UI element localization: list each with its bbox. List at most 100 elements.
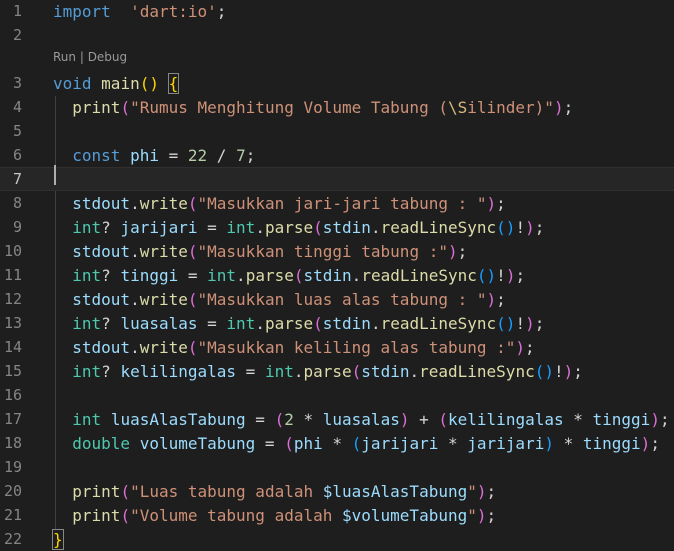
code-token: phi bbox=[293, 433, 323, 453]
code-line[interactable]: 18 double volumeTabung = (phi * (jarijar… bbox=[0, 431, 674, 455]
code-token: "Volume tabung adalah bbox=[130, 505, 342, 525]
code-token: () bbox=[534, 361, 554, 381]
code-token: . bbox=[255, 313, 265, 333]
code-text: stdout.write("Masukkan jari-jari tabung … bbox=[53, 194, 506, 213]
code-token: int bbox=[264, 361, 294, 381]
code-token: print bbox=[72, 481, 121, 501]
code-editor[interactable]: Run | Debug 1 import 'dart:io'; 2 3 void mai… bbox=[0, 0, 674, 551]
code-token: stdin bbox=[322, 313, 371, 333]
code-token: write bbox=[139, 193, 188, 213]
code-line[interactable]: 10 stdout.write("Masukkan tinggi tabung … bbox=[0, 239, 674, 263]
code-token: import bbox=[53, 1, 111, 21]
code-token: \S bbox=[447, 97, 468, 117]
code-token: ( bbox=[120, 481, 131, 501]
code-token: . bbox=[351, 265, 362, 285]
code-text: int? luasalas = int.parse(stdin.readLine… bbox=[53, 314, 544, 333]
code-token: $luasAlasTabung bbox=[322, 481, 468, 501]
code-token: luasalas bbox=[322, 409, 400, 429]
code-token: ( bbox=[187, 193, 198, 213]
code-token: ; bbox=[515, 265, 526, 285]
code-text: int? kelilingalas = int.parse(stdin.read… bbox=[53, 362, 583, 381]
code-token: stdin bbox=[303, 265, 352, 285]
code-token: ilinder)" bbox=[467, 97, 554, 117]
code-line[interactable]: 11 int? tinggi = int.parse(stdin.readLin… bbox=[0, 263, 674, 287]
code-token: { bbox=[167, 72, 180, 94]
line-number: 11 bbox=[3, 266, 22, 284]
code-token: luasalas bbox=[120, 313, 198, 333]
code-line[interactable]: 4 print("Rumus Menghitung Volume Tabung … bbox=[0, 95, 674, 119]
code-token: ( bbox=[187, 289, 198, 309]
code-text: void main() { bbox=[53, 72, 180, 94]
codelens-debug-link[interactable]: Debug bbox=[88, 50, 127, 64]
line-number: 8 bbox=[12, 194, 22, 212]
code-line[interactable]: 22} bbox=[0, 527, 674, 551]
code-token: ) bbox=[476, 505, 487, 525]
code-token: ( bbox=[313, 313, 323, 333]
code-token: . bbox=[130, 241, 140, 261]
code-token: = bbox=[178, 265, 208, 285]
code-line[interactable]: 9 int? jarijari = int.parse(stdin.readLi… bbox=[0, 215, 674, 239]
code-token: ) bbox=[525, 217, 535, 237]
code-token: write bbox=[139, 289, 188, 309]
code-line[interactable]: 7 bbox=[0, 167, 674, 191]
code-line[interactable]: 14 stdout.write("Masukkan keliling alas … bbox=[0, 335, 674, 359]
code-line[interactable]: 20 print("Luas tabung adalah $luasAlasTa… bbox=[0, 479, 674, 503]
code-line[interactable]: 19 bbox=[0, 455, 674, 479]
code-token: . bbox=[370, 217, 381, 237]
code-token: double bbox=[72, 433, 131, 453]
code-token: "Masukkan jari-jari tabung : " bbox=[197, 193, 487, 213]
code-line[interactable]: 12 stdout.write("Masukkan luas alas tabu… bbox=[0, 287, 674, 311]
line-number: 10 bbox=[3, 242, 22, 260]
line-number: 2 bbox=[12, 26, 22, 44]
code-line[interactable]: 3 void main() { bbox=[0, 71, 674, 95]
code-token: phi bbox=[130, 145, 159, 165]
code-line[interactable]: 5 bbox=[0, 119, 674, 143]
code-token: ; bbox=[563, 97, 574, 117]
line-number: 17 bbox=[3, 410, 22, 428]
code-token: } bbox=[52, 528, 64, 550]
code-token: int bbox=[226, 313, 256, 333]
code-line[interactable]: 13 int? luasalas = int.parse(stdin.readL… bbox=[0, 311, 674, 335]
code-token: readLineSync bbox=[380, 313, 497, 333]
code-token: . bbox=[130, 337, 140, 357]
code-line[interactable]: 6 const phi = 22 / 7; bbox=[0, 143, 674, 167]
line-number: 3 bbox=[12, 74, 22, 92]
codelens-run-link[interactable]: Run bbox=[53, 50, 76, 64]
code-token: stdin bbox=[361, 361, 410, 381]
code-line[interactable]: 21 print("Volume tabung adalah $volumeTa… bbox=[0, 503, 674, 527]
code-token: kelilingalas bbox=[448, 409, 564, 429]
code-token: . bbox=[130, 289, 140, 309]
code-line[interactable]: 17 int luasAlasTabung = (2 * luasalas) +… bbox=[0, 407, 674, 431]
code-line[interactable]: 15 int? kelilingalas = int.parse(stdin.r… bbox=[0, 359, 674, 383]
code-line[interactable]: 2 bbox=[0, 23, 674, 47]
code-line[interactable]: 16 bbox=[0, 383, 674, 407]
code-token: () bbox=[139, 73, 159, 93]
code-token: "Masukkan tinggi tabung :" bbox=[197, 241, 448, 261]
code-line[interactable]: 1 import 'dart:io'; bbox=[0, 0, 674, 23]
code-line[interactable]: 8 stdout.write("Masukkan jari-jari tabun… bbox=[0, 191, 674, 215]
code-token: stdin bbox=[322, 217, 371, 237]
code-token: = bbox=[245, 409, 275, 429]
code-token: ! bbox=[515, 313, 526, 333]
code-token: () bbox=[476, 265, 497, 285]
code-token: " bbox=[467, 481, 477, 501]
code-token: ; bbox=[216, 1, 227, 21]
line-number: 13 bbox=[3, 314, 22, 332]
code-token: ) bbox=[563, 361, 574, 381]
code-text: import 'dart:io'; bbox=[53, 2, 226, 21]
code-token: ( bbox=[284, 433, 294, 453]
line-number: 21 bbox=[3, 506, 22, 524]
code-token: = bbox=[236, 361, 265, 381]
line-number: 22 bbox=[3, 530, 22, 548]
code-token: int bbox=[72, 313, 102, 333]
code-token: tinggi bbox=[592, 409, 651, 429]
